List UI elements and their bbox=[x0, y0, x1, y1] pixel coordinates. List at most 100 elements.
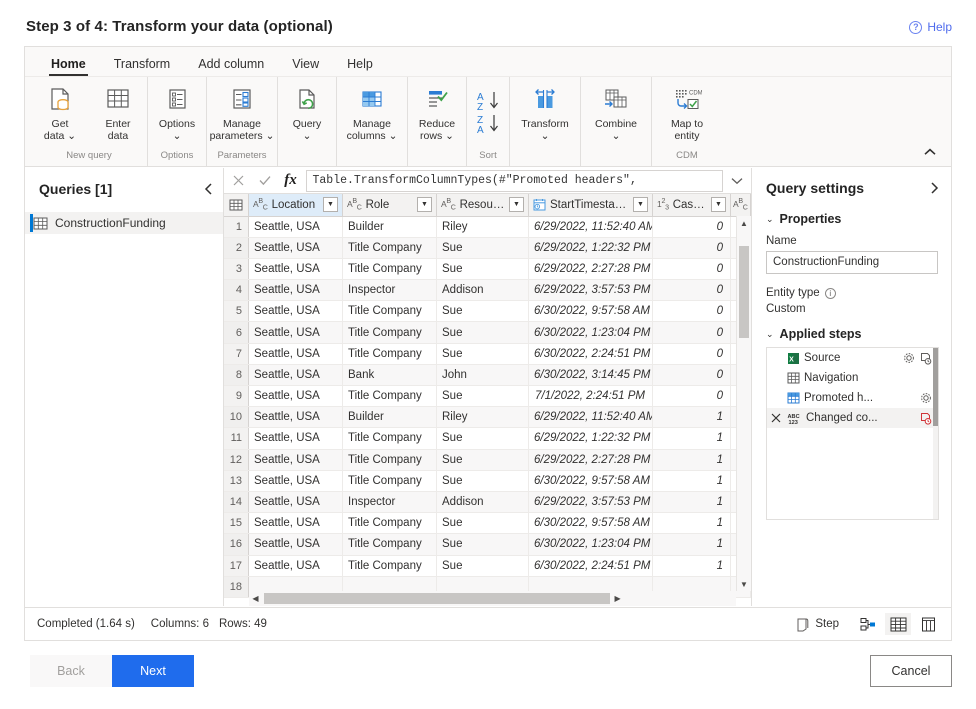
cell-starttimestamp[interactable]: 6/30/2022, 9:57:58 AM bbox=[528, 470, 653, 492]
vertical-scroll-thumb[interactable] bbox=[739, 246, 749, 338]
column-header-caseid[interactable]: 123 CaseId ▼ bbox=[652, 194, 731, 217]
cell-starttimestamp[interactable]: 6/29/2022, 11:52:40 AM bbox=[528, 216, 653, 238]
cell-starttimestamp[interactable]: 6/30/2022, 1:23:04 PM bbox=[528, 321, 653, 344]
close-icon[interactable] bbox=[226, 169, 252, 193]
table-row[interactable]: 13 Seattle, USA Title Company Sue 6/30/2022,… bbox=[223, 470, 751, 492]
combine-button[interactable]: Combine ⌄ bbox=[581, 77, 651, 149]
cell-caseid[interactable]: 0 bbox=[652, 237, 731, 259]
cell-caseid[interactable]: 1 bbox=[652, 406, 731, 429]
info-icon[interactable]: i bbox=[824, 287, 836, 299]
cell-location[interactable]: Seattle, USA bbox=[248, 406, 343, 429]
column-filter-caseid-button[interactable]: ▼ bbox=[711, 197, 726, 213]
cell-starttimestamp[interactable]: 6/29/2022, 3:57:53 PM bbox=[528, 279, 653, 302]
cell-resource[interactable]: Addison bbox=[436, 491, 529, 514]
applied-step-navigation[interactable]: Navigation bbox=[767, 368, 938, 388]
ribbon-tab-home[interactable]: Home bbox=[37, 53, 100, 76]
column-filter-role-button[interactable]: ▼ bbox=[417, 197, 432, 213]
row-number[interactable]: 16 bbox=[223, 533, 249, 556]
table-row[interactable]: 6 Seattle, USA Title Company Sue 6/30/2022, … bbox=[223, 321, 751, 344]
chevron-right-icon[interactable] bbox=[930, 182, 939, 194]
chevron-up-icon[interactable] bbox=[919, 142, 941, 162]
applied-steps-scroll-thumb[interactable] bbox=[933, 348, 938, 426]
cell-starttimestamp[interactable]: 6/29/2022, 1:22:32 PM bbox=[528, 427, 653, 450]
table-row[interactable]: 1 Seattle, USA Builder Riley 6/29/2022, 11:5… bbox=[223, 216, 751, 238]
diagram-view-button[interactable] bbox=[855, 613, 881, 635]
table-row[interactable]: 2 Seattle, USA Title Company Sue 6/29/2022, … bbox=[223, 237, 751, 259]
data-source-settings-icon[interactable] bbox=[919, 352, 932, 365]
data-view-button[interactable] bbox=[885, 613, 911, 635]
formula-input[interactable]: Table.TransformColumnTypes(#"Promoted he… bbox=[305, 169, 723, 192]
row-number[interactable]: 1 bbox=[223, 216, 249, 238]
row-number[interactable]: 2 bbox=[223, 237, 249, 259]
cell-location[interactable]: Seattle, USA bbox=[248, 216, 343, 238]
cell-location[interactable]: Seattle, USA bbox=[248, 449, 343, 471]
grid-vertical-scrollbar[interactable]: ▲ ▼ bbox=[736, 216, 751, 591]
scroll-right-arrow-icon[interactable]: ▶ bbox=[611, 594, 625, 603]
cell-location[interactable]: Seattle, USA bbox=[248, 343, 343, 365]
reduce-rows-button[interactable]: Reduce rows ⌄ bbox=[408, 77, 466, 149]
row-number[interactable]: 10 bbox=[223, 406, 249, 429]
cell-resource[interactable]: Sue bbox=[436, 258, 529, 281]
row-number[interactable]: 8 bbox=[223, 364, 249, 387]
cell-role[interactable]: Bank bbox=[342, 364, 437, 387]
cell-starttimestamp[interactable]: 6/29/2022, 3:57:53 PM bbox=[528, 491, 653, 514]
cell-role[interactable]: Title Company bbox=[342, 427, 437, 450]
cell-starttimestamp[interactable]: 6/29/2022, 11:52:40 AM bbox=[528, 406, 653, 429]
select-all-grid-icon[interactable] bbox=[223, 194, 249, 217]
cell-resource[interactable]: Riley bbox=[436, 406, 529, 429]
cell-location[interactable]: Seattle, USA bbox=[248, 258, 343, 281]
schema-view-button[interactable] bbox=[915, 613, 941, 635]
cell-starttimestamp[interactable]: 6/30/2022, 9:57:58 AM bbox=[528, 300, 653, 323]
manage-parameters-button[interactable]: Manage parameters ⌄ bbox=[207, 77, 277, 149]
horizontal-scroll-thumb[interactable] bbox=[263, 593, 610, 604]
cell-location[interactable]: Seattle, USA bbox=[248, 237, 343, 259]
row-number[interactable]: 9 bbox=[223, 385, 249, 408]
cell-caseid[interactable]: 1 bbox=[652, 449, 731, 471]
sort-button[interactable]: A Z Z A bbox=[467, 77, 509, 149]
check-icon[interactable] bbox=[252, 169, 278, 193]
cell-location[interactable]: Seattle, USA bbox=[248, 300, 343, 323]
cell-resource[interactable]: Sue bbox=[436, 427, 529, 450]
row-number[interactable]: 17 bbox=[223, 555, 249, 577]
table-row[interactable]: 16 Seattle, USA Title Company Sue 6/30/2022,… bbox=[223, 533, 751, 556]
cell-resource[interactable]: Sue bbox=[436, 555, 529, 577]
cell-starttimestamp[interactable]: 6/30/2022, 3:14:45 PM bbox=[528, 364, 653, 387]
cell-role[interactable]: Builder bbox=[342, 406, 437, 429]
chevron-down-icon[interactable] bbox=[725, 177, 749, 185]
applied-step-changed-column-type[interactable]: ABC 123 Changed co... bbox=[767, 408, 938, 428]
table-row[interactable]: 9 Seattle, USA Title Company Sue 7/1/2022, 2… bbox=[223, 385, 751, 408]
cell-resource[interactable]: Sue bbox=[436, 237, 529, 259]
ribbon-tab-help[interactable]: Help bbox=[333, 53, 387, 76]
cell-caseid[interactable]: 1 bbox=[652, 427, 731, 450]
cell-resource[interactable]: Riley bbox=[436, 216, 529, 238]
table-row[interactable]: 4 Seattle, USA Inspector Addison 6/29/2022, … bbox=[223, 279, 751, 302]
row-number[interactable]: 18 bbox=[223, 576, 249, 598]
get-data-button[interactable]: Get data ⌄ bbox=[31, 77, 89, 149]
cell-role[interactable]: Title Company bbox=[342, 512, 437, 535]
table-row[interactable]: 7 Seattle, USA Title Company Sue 6/30/2022, … bbox=[223, 343, 751, 365]
column-filter-resource-button[interactable]: ▼ bbox=[509, 197, 524, 213]
cell-starttimestamp[interactable]: 7/1/2022, 2:24:51 PM bbox=[528, 385, 653, 408]
ribbon-tab-transform[interactable]: Transform bbox=[100, 53, 185, 76]
cell-caseid[interactable]: 0 bbox=[652, 258, 731, 281]
delete-step-icon[interactable] bbox=[771, 413, 783, 423]
cell-caseid[interactable]: 0 bbox=[652, 279, 731, 302]
table-row[interactable]: 8 Seattle, USA Bank John 6/30/2022, 3:14:45 … bbox=[223, 364, 751, 387]
row-number[interactable]: 7 bbox=[223, 343, 249, 365]
grid-horizontal-scrollbar[interactable]: ◀ ▶ bbox=[248, 591, 736, 606]
column-header-role[interactable]: ABC Role ▼ bbox=[342, 194, 437, 217]
cell-role[interactable]: Inspector bbox=[342, 491, 437, 514]
properties-section-header[interactable]: ⌄ Properties bbox=[752, 212, 951, 226]
cell-resource[interactable]: Addison bbox=[436, 279, 529, 302]
cell-role[interactable]: Inspector bbox=[342, 279, 437, 302]
cell-role[interactable]: Title Company bbox=[342, 533, 437, 556]
cell-caseid[interactable]: 1 bbox=[652, 491, 731, 514]
cell-location[interactable]: Seattle, USA bbox=[248, 427, 343, 450]
cell-role[interactable]: Title Company bbox=[342, 449, 437, 471]
next-button[interactable]: Next bbox=[112, 655, 194, 687]
gear-icon[interactable] bbox=[903, 352, 915, 364]
cell-resource[interactable]: Sue bbox=[436, 470, 529, 492]
cell-caseid[interactable]: 0 bbox=[652, 321, 731, 344]
cell-location[interactable]: Seattle, USA bbox=[248, 321, 343, 344]
manage-columns-button[interactable]: Manage columns ⌄ bbox=[337, 77, 407, 149]
